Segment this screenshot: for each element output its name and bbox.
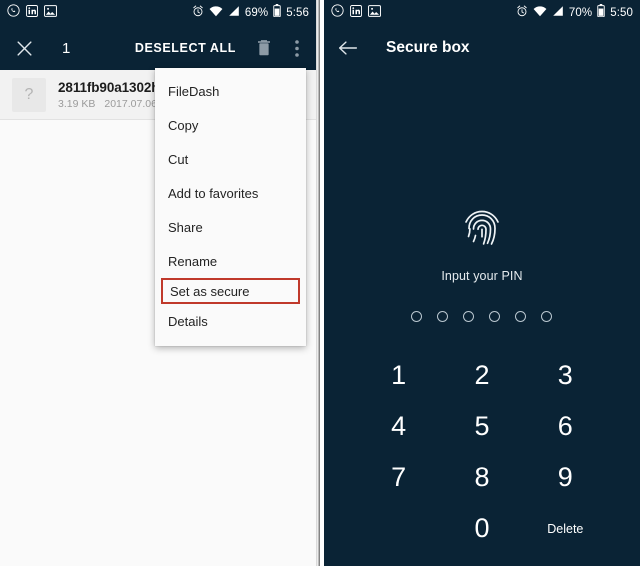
menu-item-details[interactable]: Details xyxy=(155,304,306,338)
menu-item-label: Copy xyxy=(168,117,199,133)
pin-dot xyxy=(437,311,449,322)
left-status-notifications xyxy=(7,4,57,22)
pin-dot xyxy=(463,311,475,322)
key-1[interactable]: 1 xyxy=(357,350,440,401)
menu-item-label: FileDash xyxy=(168,83,220,99)
left-status-bar: 69% 5:56 xyxy=(0,0,317,26)
menu-item-share[interactable]: Share xyxy=(155,210,306,244)
battery-icon xyxy=(273,4,281,22)
secure-box-body: Input your PIN 1 2 3 4 5 6 7 8 9 0 Delet… xyxy=(323,70,640,566)
battery-percent-label: 70% xyxy=(568,7,593,19)
key-0[interactable]: 0 xyxy=(440,503,523,554)
file-name-label: 2811fb90a1302h xyxy=(58,79,160,95)
page-title: Secure box xyxy=(385,39,470,56)
overflow-menu-icon[interactable] xyxy=(290,36,304,60)
whatsapp-icon xyxy=(331,4,344,22)
alarm-icon xyxy=(516,4,528,22)
key-6[interactable]: 6 xyxy=(524,401,607,452)
key-4[interactable]: 4 xyxy=(357,401,440,452)
key-delete[interactable]: Delete xyxy=(524,503,607,554)
battery-percent-label: 69% xyxy=(244,7,269,19)
key-8[interactable]: 8 xyxy=(440,452,523,503)
linkedin-icon xyxy=(26,4,38,22)
pin-dot xyxy=(489,311,501,322)
left-phone-panel: 69% 5:56 1 DESELECT ALL ? 2811fb90a1302h… xyxy=(0,0,317,566)
screenshot-icon xyxy=(368,4,381,22)
close-icon[interactable] xyxy=(12,36,36,60)
file-subtitle: 3.19 KB 2017.07.06 xyxy=(58,98,159,110)
menu-item-label: Rename xyxy=(168,253,218,269)
pin-prompt-label: Input your PIN xyxy=(441,269,523,283)
key-9[interactable]: 9 xyxy=(524,452,607,503)
file-thumbnail-placeholder-icon: ? xyxy=(12,77,46,112)
screenshot-icon xyxy=(44,4,57,22)
linkedin-icon xyxy=(350,4,362,22)
menu-item-set-as-secure[interactable]: Set as secure xyxy=(161,278,300,304)
menu-item-label: Details xyxy=(168,313,208,329)
file-size-label: 3.19 KB xyxy=(58,97,96,110)
context-menu: FileDash Copy Cut Add to favorites Share… xyxy=(155,68,306,346)
pin-keypad: 1 2 3 4 5 6 7 8 9 0 Delete xyxy=(357,350,607,554)
pin-dot xyxy=(541,311,553,322)
clock-label: 5:56 xyxy=(286,7,310,19)
deselect-all-button[interactable]: DESELECT ALL xyxy=(135,41,236,55)
wifi-icon xyxy=(533,4,547,22)
fingerprint-icon[interactable] xyxy=(461,207,503,256)
pin-dots xyxy=(411,311,553,322)
key-3[interactable]: 3 xyxy=(524,350,607,401)
menu-item-label: Add to favorites xyxy=(168,185,259,201)
wifi-icon xyxy=(209,4,223,22)
menu-item-cut[interactable]: Cut xyxy=(155,142,306,176)
menu-item-label: Share xyxy=(168,219,203,235)
alarm-icon xyxy=(192,4,204,22)
trash-icon[interactable] xyxy=(252,36,276,60)
menu-item-copy[interactable]: Copy xyxy=(155,108,306,142)
menu-item-add-to-favorites[interactable]: Add to favorites xyxy=(155,176,306,210)
right-status-system: 70% 5:50 xyxy=(516,4,633,22)
pin-dot xyxy=(515,311,527,322)
menu-item-rename[interactable]: Rename xyxy=(155,244,306,278)
panel-divider xyxy=(316,0,320,566)
menu-item-label: Cut xyxy=(168,151,189,167)
right-status-bar: 70% 5:50 xyxy=(323,0,640,26)
right-status-notifications xyxy=(331,4,381,22)
selected-count-label: 1 xyxy=(62,39,71,57)
battery-icon xyxy=(597,4,605,22)
left-app-bar: 1 DESELECT ALL xyxy=(0,26,317,70)
right-app-bar: Secure box xyxy=(323,26,640,70)
file-date-label: 2017.07.06 xyxy=(104,97,157,110)
clock-label: 5:50 xyxy=(610,7,633,19)
whatsapp-icon xyxy=(7,4,20,22)
key-2[interactable]: 2 xyxy=(440,350,523,401)
file-meta: 2811fb90a1302h 3.19 KB 2017.07.06 xyxy=(58,79,160,110)
key-blank xyxy=(357,503,440,554)
screenshot-root: 69% 5:56 1 DESELECT ALL ? 2811fb90a1302h… xyxy=(0,0,640,566)
right-phone-panel: 70% 5:50 Secure box Input your PIN 1 2 3… xyxy=(323,0,640,566)
back-arrow-icon[interactable] xyxy=(336,36,360,60)
menu-item-label: Set as secure xyxy=(170,283,250,299)
signal-icon xyxy=(228,4,240,22)
left-status-system: 69% 5:56 xyxy=(192,4,309,22)
key-5[interactable]: 5 xyxy=(440,401,523,452)
menu-item-filedash[interactable]: FileDash xyxy=(155,74,306,108)
pin-dot xyxy=(411,311,423,322)
key-7[interactable]: 7 xyxy=(357,452,440,503)
signal-icon xyxy=(552,4,564,22)
